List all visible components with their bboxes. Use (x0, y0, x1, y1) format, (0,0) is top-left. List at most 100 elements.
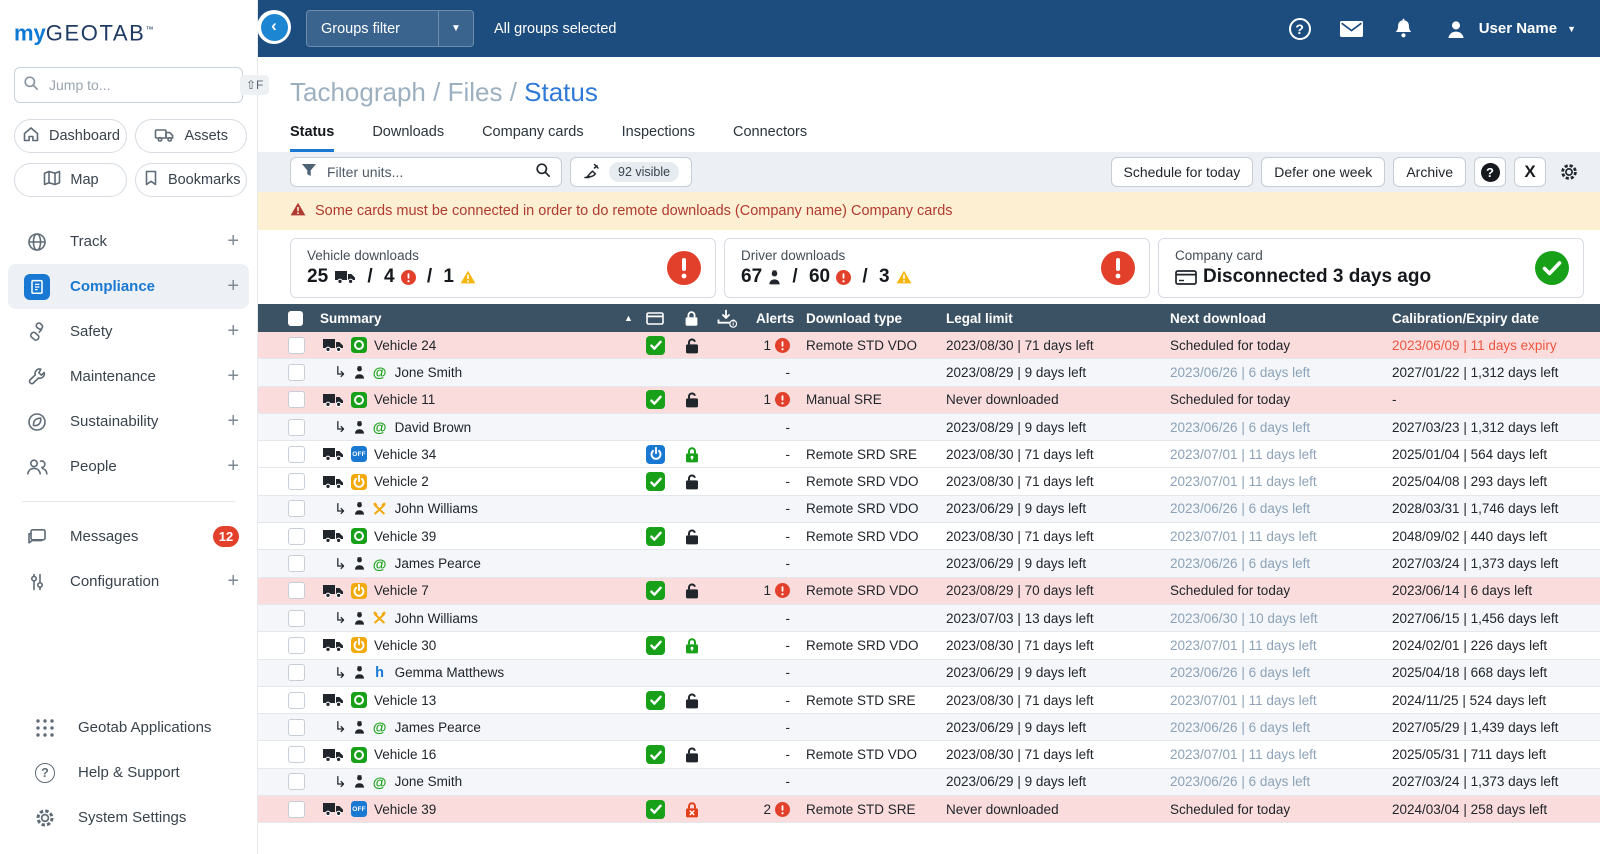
filter-units-input-wrap[interactable] (290, 157, 562, 187)
vehicle-row[interactable]: Vehicle 13 - Remote STD SRE 2023/08/30 | 71… (258, 686, 1600, 715)
row-checkbox[interactable] (288, 636, 305, 654)
sidebar-item-safety[interactable]: Safety + (8, 309, 249, 354)
sidebar-item-system-settings[interactable]: System Settings (16, 795, 241, 840)
expand-plus-icon[interactable]: + (227, 320, 239, 343)
sidebar-item-sustainability[interactable]: Sustainability + (8, 399, 249, 444)
vehicle-name[interactable]: Vehicle 39 (374, 529, 436, 544)
tab-company-cards[interactable]: Company cards (482, 124, 584, 152)
vehicle-row[interactable]: Vehicle 16 - Remote STD VDO 2023/08/30 | 71… (258, 741, 1600, 769)
vehicle-name[interactable]: Vehicle 24 (374, 338, 436, 353)
vehicle-name[interactable]: Vehicle 39 (374, 802, 436, 817)
tab-status[interactable]: Status (290, 124, 335, 152)
jump-to-search[interactable]: ⇧F (14, 67, 270, 104)
help-icon[interactable]: ? (1287, 16, 1313, 42)
row-checkbox[interactable] (288, 582, 305, 600)
user-icon[interactable] (1443, 16, 1469, 42)
sidebar-item-maintenance[interactable]: Maintenance + (8, 354, 249, 399)
vehicle-row[interactable]: OFF Vehicle 39 2 Remote STD SRE Never downlo… (258, 796, 1600, 824)
breadcrumb-files[interactable]: Files (448, 77, 503, 107)
vehicle-row[interactable]: OFF Vehicle 34 - Remote SRD SRE 2023/08/30 |… (258, 441, 1600, 469)
driver-row[interactable]: ↳ @ David Brown - 2023/08/29 | 9 days left 20… (258, 413, 1600, 442)
row-checkbox[interactable] (288, 445, 305, 463)
driver-name[interactable]: Gemma Matthews (395, 665, 505, 680)
vehicle-row[interactable]: Vehicle 11 1 Manual SRE Never downloaded Sch… (258, 386, 1600, 414)
vehicle-name[interactable]: Vehicle 13 (374, 693, 436, 708)
notifications-icon[interactable] (1391, 16, 1417, 42)
vehicle-row[interactable]: Vehicle 24 1 Remote STD VDO 2023/08/30 | 71… (258, 332, 1600, 360)
driver-row[interactable]: ↳ @ Jone Smith - 2023/08/29 | 9 days left 202… (258, 359, 1600, 387)
company-card-col-icon[interactable] (646, 311, 684, 325)
mail-icon[interactable] (1339, 16, 1365, 42)
expand-plus-icon[interactable]: + (227, 230, 239, 253)
vehicle-row[interactable]: Vehicle 2 - Remote SRD VDO 2023/08/30 | 71 … (258, 468, 1600, 496)
expand-plus-icon[interactable]: + (227, 275, 239, 298)
archive-button[interactable]: Archive (1393, 157, 1466, 187)
driver-row[interactable]: ↳ @ James Pearce - 2023/06/29 | 9 days left 2… (258, 714, 1600, 742)
quick-button-map[interactable]: Map (14, 163, 127, 198)
col-download-type[interactable]: Download type (806, 311, 946, 326)
driver-name[interactable]: Jone Smith (395, 365, 463, 380)
vehicle-name[interactable]: Vehicle 34 (374, 447, 436, 462)
sidebar-item-geotab-applications[interactable]: Geotab Applications (16, 705, 241, 750)
driver-name[interactable]: John Williams (395, 501, 478, 516)
vehicle-name[interactable]: Vehicle 16 (374, 747, 436, 762)
driver-name[interactable]: James Pearce (395, 556, 481, 571)
breadcrumb-tachograph[interactable]: Tachograph (290, 77, 426, 107)
vehicle-name[interactable]: Vehicle 2 (374, 474, 429, 489)
summary-card-driver-downloads[interactable]: Driver downloads 67 / 60 / 3 (724, 238, 1150, 298)
row-checkbox[interactable] (288, 555, 305, 573)
tab-connectors[interactable]: Connectors (733, 124, 807, 152)
quick-button-bookmarks[interactable]: Bookmarks (134, 163, 248, 198)
quick-button-assets[interactable]: Assets (134, 119, 248, 154)
vehicle-row[interactable]: Vehicle 30 - Remote SRD VDO 2023/08/30 | 71… (258, 632, 1600, 660)
driver-row[interactable]: ↳ John Williams - Remote SRD VDO 2023/06/29 … (258, 495, 1600, 524)
expand-plus-icon[interactable]: + (227, 365, 239, 388)
vehicle-name[interactable]: Vehicle 30 (374, 638, 436, 653)
row-checkbox[interactable] (288, 418, 305, 436)
col-next-download[interactable]: Next download (1170, 311, 1392, 326)
col-alerts[interactable]: Alerts (756, 311, 806, 326)
expand-plus-icon[interactable]: + (227, 410, 239, 433)
download-info-col-icon[interactable] (716, 309, 756, 328)
row-checkbox[interactable] (288, 363, 305, 381)
driver-row[interactable]: ↳ John Williams - 2023/07/03 | 13 days left… (258, 604, 1600, 633)
expand-plus-icon[interactable]: + (227, 455, 239, 478)
row-checkbox[interactable] (288, 527, 305, 545)
driver-name[interactable]: John Williams (395, 611, 478, 626)
vehicle-name[interactable]: Vehicle 11 (374, 392, 435, 407)
help-circle-button[interactable]: ? (1474, 157, 1506, 187)
jump-to-input[interactable] (47, 76, 232, 95)
groups-filter-dropdown[interactable]: Groups filter ▼ (306, 10, 474, 47)
filter-units-input[interactable] (325, 163, 527, 181)
driver-name[interactable]: James Pearce (395, 720, 481, 735)
vehicle-row[interactable]: Vehicle 7 1 Remote SRD VDO 2023/08/29 | 70 … (258, 577, 1600, 605)
row-checkbox[interactable] (288, 691, 305, 709)
user-name[interactable]: User Name (1479, 20, 1557, 37)
sidebar-item-people[interactable]: People + (8, 444, 249, 489)
export-x-button[interactable]: X (1514, 157, 1546, 187)
user-menu-caret-icon[interactable]: ▼ (1567, 24, 1576, 34)
row-checkbox[interactable] (288, 800, 305, 818)
sidebar-collapse-button[interactable]: ‹ (257, 10, 291, 44)
row-checkbox[interactable] (288, 609, 305, 627)
summary-card-company-card[interactable]: Company card Disconnected 3 days ago (1158, 238, 1584, 298)
sidebar-item-track[interactable]: Track + (8, 219, 249, 264)
row-checkbox[interactable] (288, 664, 305, 682)
driver-name[interactable]: Jone Smith (395, 774, 463, 789)
search-icon[interactable] (535, 162, 551, 183)
clear-filter-button[interactable]: 92 visible (570, 157, 693, 187)
caret-down-icon[interactable]: ▼ (437, 11, 473, 46)
row-checkbox[interactable] (288, 500, 305, 518)
col-summary[interactable]: Summary (318, 311, 624, 326)
row-checkbox[interactable] (288, 336, 305, 354)
sidebar-item-messages[interactable]: Messages 12 (8, 514, 249, 559)
col-calibration[interactable]: Calibration/Expiry date (1392, 311, 1600, 326)
row-checkbox[interactable] (288, 473, 305, 491)
driver-name[interactable]: David Brown (395, 420, 472, 435)
vehicle-name[interactable]: Vehicle 7 (374, 583, 429, 598)
sidebar-item-compliance[interactable]: Compliance + (8, 264, 249, 310)
schedule-for-today-button[interactable]: Schedule for today (1110, 157, 1254, 187)
row-checkbox[interactable] (288, 773, 305, 791)
driver-row[interactable]: ↳ h Gemma Matthews - 2023/06/29 | 9 days lef… (258, 659, 1600, 687)
lock-col-icon[interactable] (684, 310, 716, 327)
